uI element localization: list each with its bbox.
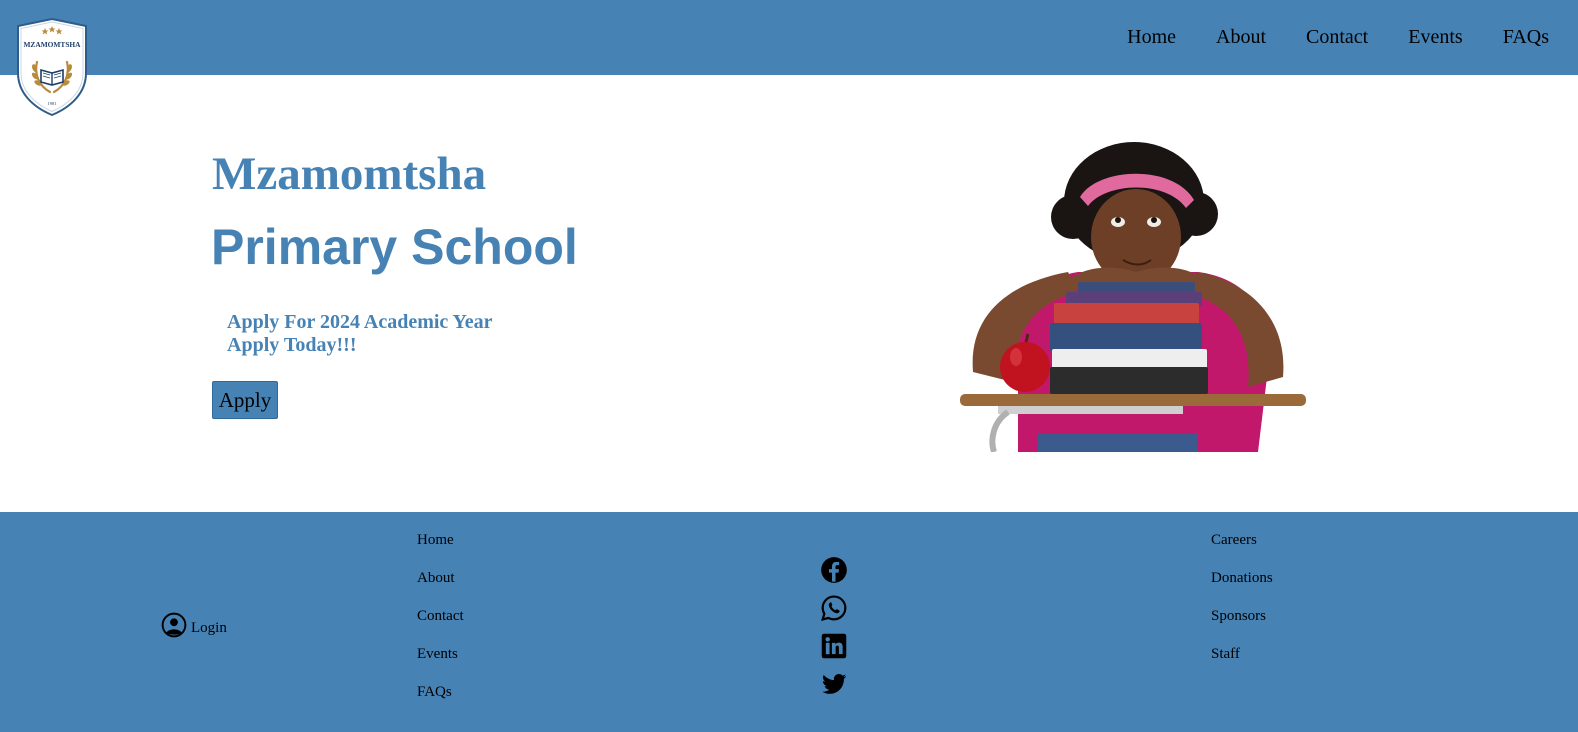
nav-events-link[interactable]: Events bbox=[1408, 26, 1462, 48]
footer-events-link[interactable]: Events bbox=[417, 644, 464, 682]
top-nav-bar: Home About Contact Events FAQs bbox=[0, 0, 1578, 75]
footer-nav-links: Home About Contact Events FAQs bbox=[417, 530, 464, 720]
footer-contact-link[interactable]: Contact bbox=[417, 606, 464, 644]
footer-home-link[interactable]: Home bbox=[417, 530, 464, 568]
login-label: Login bbox=[191, 619, 227, 636]
twitter-icon[interactable] bbox=[820, 670, 848, 698]
nav-faqs-link[interactable]: FAQs bbox=[1503, 26, 1549, 48]
hero-student-image bbox=[960, 142, 1306, 452]
nav-about-link[interactable]: About bbox=[1216, 26, 1266, 48]
footer-donations-link[interactable]: Donations bbox=[1211, 568, 1273, 606]
site-footer: Login Home About Contact Events FAQs Car… bbox=[0, 512, 1578, 732]
footer-info-links: Careers Donations Sponsors Staff bbox=[1211, 530, 1273, 682]
apply-button[interactable]: Apply bbox=[212, 381, 278, 419]
footer-about-link[interactable]: About bbox=[417, 568, 464, 606]
footer-faqs-link[interactable]: FAQs bbox=[417, 682, 464, 720]
nav-home-link[interactable]: Home bbox=[1127, 26, 1176, 48]
whatsapp-icon[interactable] bbox=[820, 594, 848, 622]
hero-subtitle-line1: Apply For 2024 Academic Year bbox=[227, 311, 493, 333]
footer-sponsors-link[interactable]: Sponsors bbox=[1211, 606, 1273, 644]
linkedin-icon[interactable] bbox=[820, 632, 848, 660]
main-nav: Home About Contact Events FAQs bbox=[1087, 26, 1549, 48]
nav-contact-link[interactable]: Contact bbox=[1306, 26, 1368, 48]
user-circle-icon bbox=[161, 612, 187, 638]
hero-title-line2: Primary School bbox=[211, 219, 578, 275]
hero-title-line1: Mzamomtsha bbox=[212, 148, 487, 200]
footer-staff-link[interactable]: Staff bbox=[1211, 644, 1273, 682]
facebook-icon[interactable] bbox=[820, 556, 848, 584]
hero-subtitle-line2: Apply Today!!! bbox=[227, 334, 357, 356]
footer-careers-link[interactable]: Careers bbox=[1211, 530, 1273, 568]
login-link[interactable]: Login bbox=[161, 612, 227, 638]
school-crest-logo[interactable]: MZAMOMTSHA 1981 bbox=[15, 18, 89, 117]
logo-school-name: MZAMOMTSHA bbox=[23, 40, 81, 49]
social-links bbox=[820, 556, 848, 708]
logo-year: 1981 bbox=[48, 101, 57, 106]
